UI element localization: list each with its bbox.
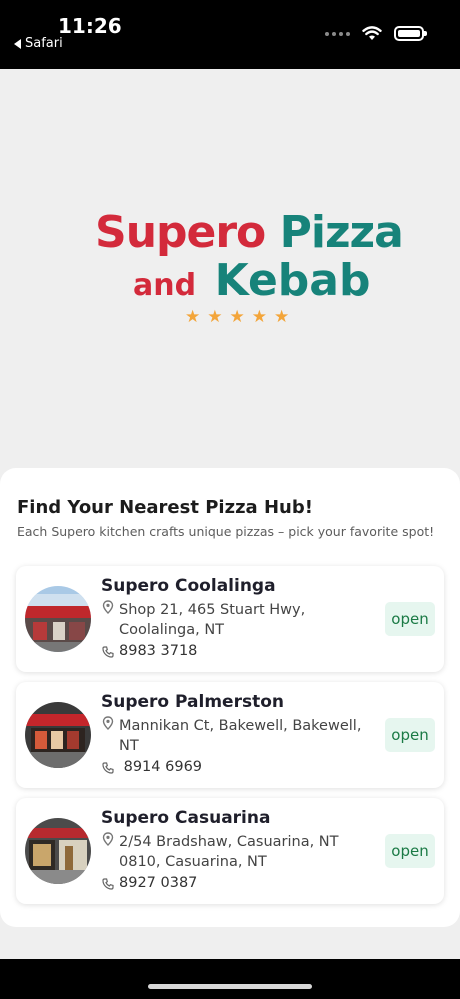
- logo-stars: ★ ★ ★ ★ ★: [185, 307, 289, 327]
- store-name: Supero Palmerston: [101, 692, 284, 712]
- main-content: Supero Pizza and Kebab ★ ★ ★ ★ ★ Find Yo…: [0, 69, 460, 959]
- star-icon: ★: [251, 307, 267, 327]
- back-arrow-icon: [14, 38, 21, 49]
- store-picker-sheet: Find Your Nearest Pizza Hub! Each Supero…: [0, 468, 460, 927]
- status-bar: 11:26 Safari: [0, 0, 460, 69]
- store-photo: [25, 586, 91, 652]
- open-status-badge: open: [385, 602, 435, 636]
- store-card-casuarina[interactable]: Supero Casuarina 2/54 Bradshaw, Casuarin…: [16, 798, 444, 904]
- location-pin-icon: [102, 832, 114, 846]
- battery-icon: [394, 26, 427, 41]
- star-icon: ★: [229, 307, 245, 327]
- open-status-badge: open: [385, 834, 435, 868]
- logo-word-supero: Supero: [95, 207, 266, 258]
- store-phone[interactable]: 8983 3718: [119, 643, 197, 659]
- store-card-coolalinga[interactable]: Supero Coolalinga Shop 21, 465 Stuart Hw…: [16, 566, 444, 672]
- phone-icon: [102, 646, 114, 658]
- open-status-badge: open: [385, 718, 435, 752]
- back-to-safari-button[interactable]: Safari: [14, 36, 63, 51]
- store-address: 2/54 Bradshaw, Casuarina, NT 0810, Casua…: [119, 834, 339, 870]
- store-photo: [25, 702, 91, 768]
- phone-icon: [102, 878, 114, 890]
- location-pin-icon: [102, 716, 114, 730]
- status-time: 11:26: [58, 14, 122, 38]
- logo-word-kebab: Kebab: [214, 255, 371, 306]
- store-card-palmerston[interactable]: Supero Palmerston Mannikan Ct, Bakewell,…: [16, 682, 444, 788]
- location-pin-icon: [102, 600, 114, 614]
- store-name: Supero Coolalinga: [101, 576, 276, 596]
- logo-word-pizza: Pizza: [279, 207, 404, 258]
- logo-word-and: and: [133, 268, 197, 303]
- home-indicator[interactable]: [148, 984, 312, 989]
- store-address: Shop 21, 465 Stuart Hwy, Coolalinga, NT: [119, 602, 306, 638]
- brand-logo: Supero Pizza and Kebab ★ ★ ★ ★ ★: [0, 199, 460, 339]
- phone-icon: [102, 762, 114, 774]
- back-app-label: Safari: [25, 36, 63, 51]
- star-icon: ★: [185, 307, 201, 327]
- store-name: Supero Casuarina: [101, 808, 271, 828]
- star-icon: ★: [274, 307, 290, 327]
- status-icons: [325, 26, 427, 41]
- store-photo: [25, 818, 91, 884]
- store-phone[interactable]: 8914 6969: [119, 759, 202, 775]
- signal-dots-icon: [325, 31, 350, 36]
- star-icon: ★: [207, 307, 223, 327]
- section-title: Find Your Nearest Pizza Hub!: [17, 497, 313, 518]
- store-address: Mannikan Ct, Bakewell, Bakewell, NT: [119, 718, 362, 754]
- section-subtitle: Each Supero kitchen crafts unique pizzas…: [17, 524, 435, 539]
- store-phone[interactable]: 8927 0387: [119, 875, 197, 891]
- wifi-icon: [362, 26, 382, 40]
